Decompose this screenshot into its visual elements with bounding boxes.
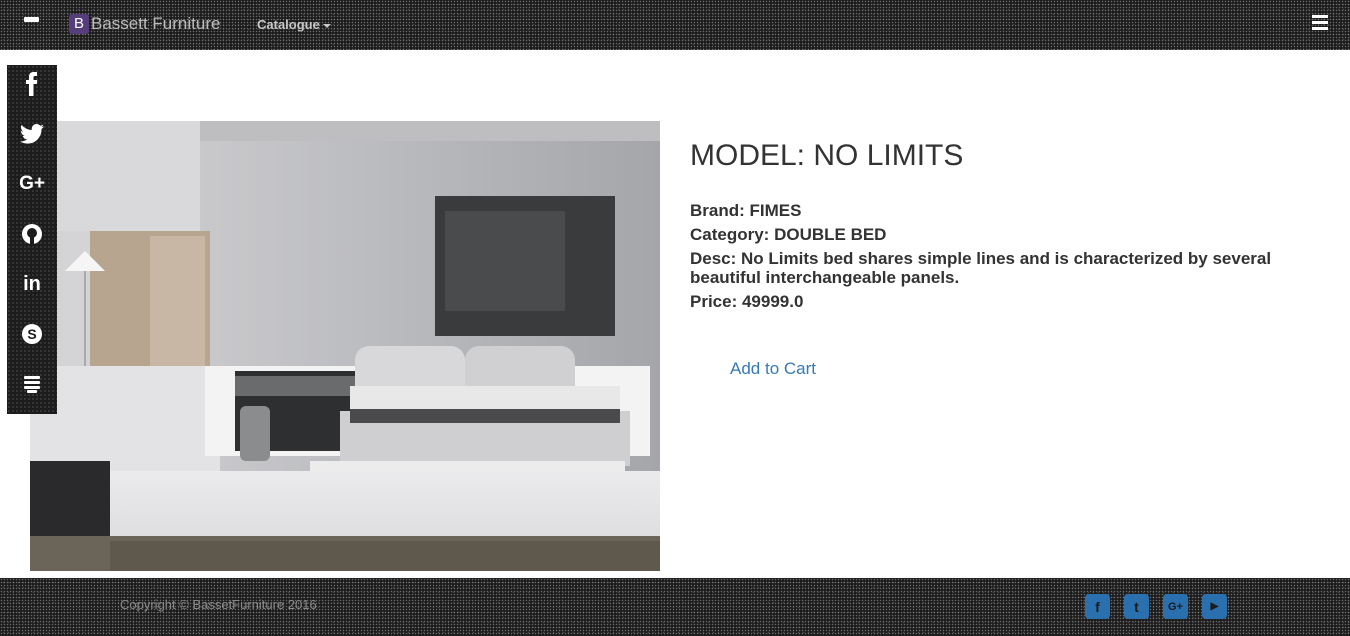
product-description: Desc: No Limits bed shares simple lines … [690,249,1272,287]
product-title: MODEL: NO LIMITS [690,139,964,172]
add-to-cart-link[interactable]: Add to Cart [730,359,816,379]
menu-icon[interactable] [24,17,39,22]
google-plus-square-icon[interactable]: G+ [1163,594,1188,619]
hamburger-menu-icon[interactable] [1312,15,1328,33]
twitter-square-icon[interactable]: t [1124,594,1149,619]
catalogue-dropdown[interactable]: Catalogue [257,17,331,32]
product-price: Price: 49999.0 [690,292,804,311]
footer-social-icons: f t G+ ▶ [1085,594,1227,619]
facebook-square-icon[interactable]: f [1085,594,1110,619]
product-details: MODEL: NO LIMITS Brand: FIMES Category: … [690,139,1330,316]
brand-link[interactable]: B Bassett Furniture [69,14,220,34]
catalogue-label: Catalogue [257,17,320,32]
product-brand: Brand: FIMES [690,201,802,220]
youtube-square-icon[interactable]: ▶ [1202,594,1227,619]
linkedin-icon[interactable]: in [7,266,57,302]
svg-text:S: S [27,326,36,342]
product-image [30,121,660,571]
copyright-text: Copyright © BassetFurniture 2016 [120,597,317,612]
github-icon[interactable] [7,216,57,252]
footer: Copyright © BassetFurniture 2016 f t G+ … [0,578,1350,636]
bootstrap-logo-icon: B [69,14,89,34]
twitter-icon[interactable] [7,116,57,152]
product-category: Category: DOUBLE BED [690,225,887,244]
caret-down-icon [322,23,331,28]
stack-icon[interactable] [7,366,57,402]
skype-icon[interactable]: S [7,316,57,352]
facebook-icon[interactable] [7,66,57,102]
google-plus-icon[interactable]: G+ [7,166,57,202]
social-sidebar: G+ in S [7,65,57,414]
top-navbar: B Bassett Furniture Catalogue [0,0,1350,50]
brand-name: Bassett Furniture [91,14,221,33]
